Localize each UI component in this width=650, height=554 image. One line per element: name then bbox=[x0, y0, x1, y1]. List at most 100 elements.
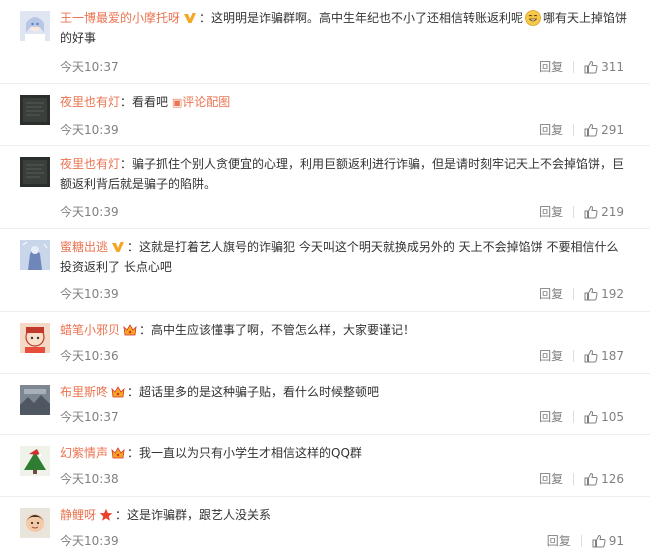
comment-text-block: 夜里也有灯：看看吧 ▣评论配图 bbox=[60, 92, 630, 113]
like-count: 187 bbox=[601, 349, 624, 363]
thumbs-up-icon[interactable] bbox=[584, 205, 598, 219]
crown-badge-icon bbox=[111, 385, 125, 399]
timestamp: 今天10:39 bbox=[60, 287, 119, 301]
avatar[interactable] bbox=[20, 240, 50, 270]
blue-figure-avatar-icon bbox=[20, 240, 50, 270]
reply-button[interactable]: 回复 bbox=[539, 409, 563, 425]
divider bbox=[573, 411, 575, 423]
avatar[interactable] bbox=[20, 95, 50, 125]
anime-girl-avatar-icon bbox=[20, 11, 50, 41]
comment-item: 静鲤呀 ：这是诈骗群，跟艺人没关系 今天10:39 回复 91 bbox=[0, 497, 650, 554]
username-link[interactable]: 蜜糖出逃 bbox=[60, 240, 108, 254]
avatar[interactable] bbox=[20, 323, 50, 353]
comment-actions: 回复 192 bbox=[539, 286, 624, 302]
reply-button[interactable]: 回复 bbox=[539, 204, 563, 220]
divider bbox=[573, 473, 575, 485]
like-count: 126 bbox=[601, 472, 624, 486]
comment-text-block: 布里斯咚 ：超话里多的是这种骗子贴，看什么时候整顿吧 bbox=[60, 382, 630, 402]
comment-image-link[interactable]: 评论配图 bbox=[182, 95, 230, 109]
thumbs-up-icon[interactable] bbox=[584, 349, 598, 363]
comment-item: 王一博最爱的小摩托呀 ：这明明是诈骗群啊。高中生年纪也不小了还相信转账返利呢 哪有天… bbox=[0, 0, 650, 84]
comment-actions: 回复 187 bbox=[539, 348, 624, 364]
comment-item: 蜜糖出逃 ：这就是打着艺人旗号的诈骗犯 今天叫这个明天就换成另外的 天上不会掉馅饼… bbox=[0, 229, 650, 312]
timestamp: 今天10:39 bbox=[60, 123, 119, 137]
crown-badge-icon bbox=[111, 446, 125, 460]
reply-button[interactable]: 回复 bbox=[539, 286, 563, 302]
divider bbox=[573, 206, 575, 218]
username-link[interactable]: 夜里也有灯 bbox=[60, 95, 120, 109]
thumbs-up-icon[interactable] bbox=[584, 410, 598, 424]
colon: ： bbox=[127, 240, 140, 254]
comment-item: 夜里也有灯：骗子抓住个别人贪便宜的心理，利用巨额返利进行诈骗，但是请时刻牢记天上… bbox=[0, 146, 650, 229]
dark-photo-avatar-icon bbox=[20, 95, 50, 125]
thumbs-up-icon[interactable] bbox=[584, 60, 598, 74]
comment-actions: 回复 311 bbox=[539, 59, 624, 75]
timestamp: 今天10:39 bbox=[60, 534, 119, 548]
username-link[interactable]: 布里斯咚 bbox=[60, 385, 108, 399]
comment-text-block: 王一博最爱的小摩托呀 ：这明明是诈骗群啊。高中生年纪也不小了还相信转账返利呢 哪有天… bbox=[60, 8, 630, 48]
colon: ： bbox=[115, 508, 128, 522]
comment-text: 我一直以为只有小学生才相信这样的QQ群 bbox=[139, 446, 362, 460]
comment-actions: 回复 126 bbox=[539, 471, 624, 487]
comment-text-block: 幻紫情声 ：我一直以为只有小学生才相信这样的QQ群 bbox=[60, 443, 630, 463]
comment-text-block: 夜里也有灯：骗子抓住个别人贪便宜的心理，利用巨额返利进行诈骗，但是请时刻牢记天上… bbox=[60, 154, 630, 194]
comment-list: 王一博最爱的小摩托呀 ：这明明是诈骗群啊。高中生年纪也不小了还相信转账返利呢 哪有天… bbox=[0, 0, 650, 554]
crown-badge-icon bbox=[123, 323, 137, 337]
colon: ： bbox=[199, 11, 212, 25]
avatar[interactable] bbox=[20, 508, 50, 538]
timestamp: 今天10:37 bbox=[60, 60, 119, 74]
comment-text: 超话里多的是这种骗子贴，看什么时候整顿吧 bbox=[139, 385, 380, 399]
like-count: 192 bbox=[601, 287, 624, 301]
username-link[interactable]: 静鲤呀 bbox=[60, 508, 96, 522]
grin-emoji-icon bbox=[525, 10, 541, 26]
like-count: 91 bbox=[608, 534, 624, 548]
avatar[interactable] bbox=[20, 157, 50, 187]
avatar[interactable] bbox=[20, 11, 50, 41]
comment-text: 高中生应该懂事了啊，不管怎么样，大家要谨记！ bbox=[151, 323, 416, 337]
thumbs-up-icon[interactable] bbox=[584, 472, 598, 486]
avatar[interactable] bbox=[20, 446, 50, 476]
comment-item: 幻紫情声 ：我一直以为只有小学生才相信这样的QQ群 今天10:38 回复 126 bbox=[0, 435, 650, 497]
colon: ： bbox=[120, 157, 133, 171]
child-photo-avatar-icon bbox=[20, 508, 50, 538]
comment-text-block: 静鲤呀 ：这是诈骗群，跟艺人没关系 bbox=[60, 505, 630, 525]
comment-actions: 回复 219 bbox=[539, 204, 624, 220]
star-badge-icon bbox=[99, 508, 113, 522]
comment-actions: 回复 291 bbox=[539, 122, 624, 138]
thumbs-up-icon[interactable] bbox=[584, 123, 598, 137]
comment-item: 夜里也有灯：看看吧 ▣评论配图 今天10:39 回复 291 bbox=[0, 84, 650, 146]
divider bbox=[573, 350, 575, 362]
image-icon: ▣ bbox=[171, 96, 183, 109]
thumbs-up-icon[interactable] bbox=[584, 287, 598, 301]
comment-text: 这就是打着艺人旗号的诈骗犯 今天叫这个明天就换成另外的 天上不会掉馅饼 不要相信… bbox=[60, 240, 619, 274]
v-badge-icon bbox=[183, 11, 197, 25]
comment-text-block: 蜡笔小邪贝 ：高中生应该懂事了啊，不管怎么样，大家要谨记！ bbox=[60, 320, 630, 340]
comment-text: 这明明是诈骗群啊。高中生年纪也不小了还相信转账返利呢 bbox=[211, 11, 524, 25]
colon: ： bbox=[127, 446, 140, 460]
cartoon-avatar-icon bbox=[20, 323, 50, 353]
comment-item: 蜡笔小邪贝 ：高中生应该懂事了啊，不管怎么样，大家要谨记！ 今天10:36 回复 … bbox=[0, 312, 650, 374]
reply-button[interactable]: 回复 bbox=[539, 122, 563, 138]
reply-button[interactable]: 回复 bbox=[539, 59, 563, 75]
username-link[interactable]: 蜡笔小邪贝 bbox=[60, 323, 120, 337]
timestamp: 今天10:37 bbox=[60, 410, 119, 424]
timestamp: 今天10:38 bbox=[60, 472, 119, 486]
thumbs-up-icon[interactable] bbox=[592, 534, 606, 548]
reply-button[interactable]: 回复 bbox=[547, 533, 571, 549]
avatar[interactable] bbox=[20, 385, 50, 415]
dark-photo-avatar-icon bbox=[20, 157, 50, 187]
username-link[interactable]: 幻紫情声 bbox=[60, 446, 108, 460]
comment-actions: 回复 105 bbox=[539, 409, 624, 425]
comment-item: 布里斯咚 ：超话里多的是这种骗子贴，看什么时候整顿吧 今天10:37 回复 105 bbox=[0, 374, 650, 435]
like-count: 105 bbox=[601, 410, 624, 424]
divider bbox=[573, 288, 575, 300]
reply-button[interactable]: 回复 bbox=[539, 471, 563, 487]
colon: ： bbox=[120, 95, 133, 109]
colon: ： bbox=[139, 323, 152, 337]
christmas-avatar-icon bbox=[20, 446, 50, 476]
divider bbox=[580, 535, 582, 547]
timestamp: 今天10:39 bbox=[60, 205, 119, 219]
username-link[interactable]: 王一博最爱的小摩托呀 bbox=[60, 11, 180, 25]
reply-button[interactable]: 回复 bbox=[539, 348, 563, 364]
username-link[interactable]: 夜里也有灯 bbox=[60, 157, 120, 171]
